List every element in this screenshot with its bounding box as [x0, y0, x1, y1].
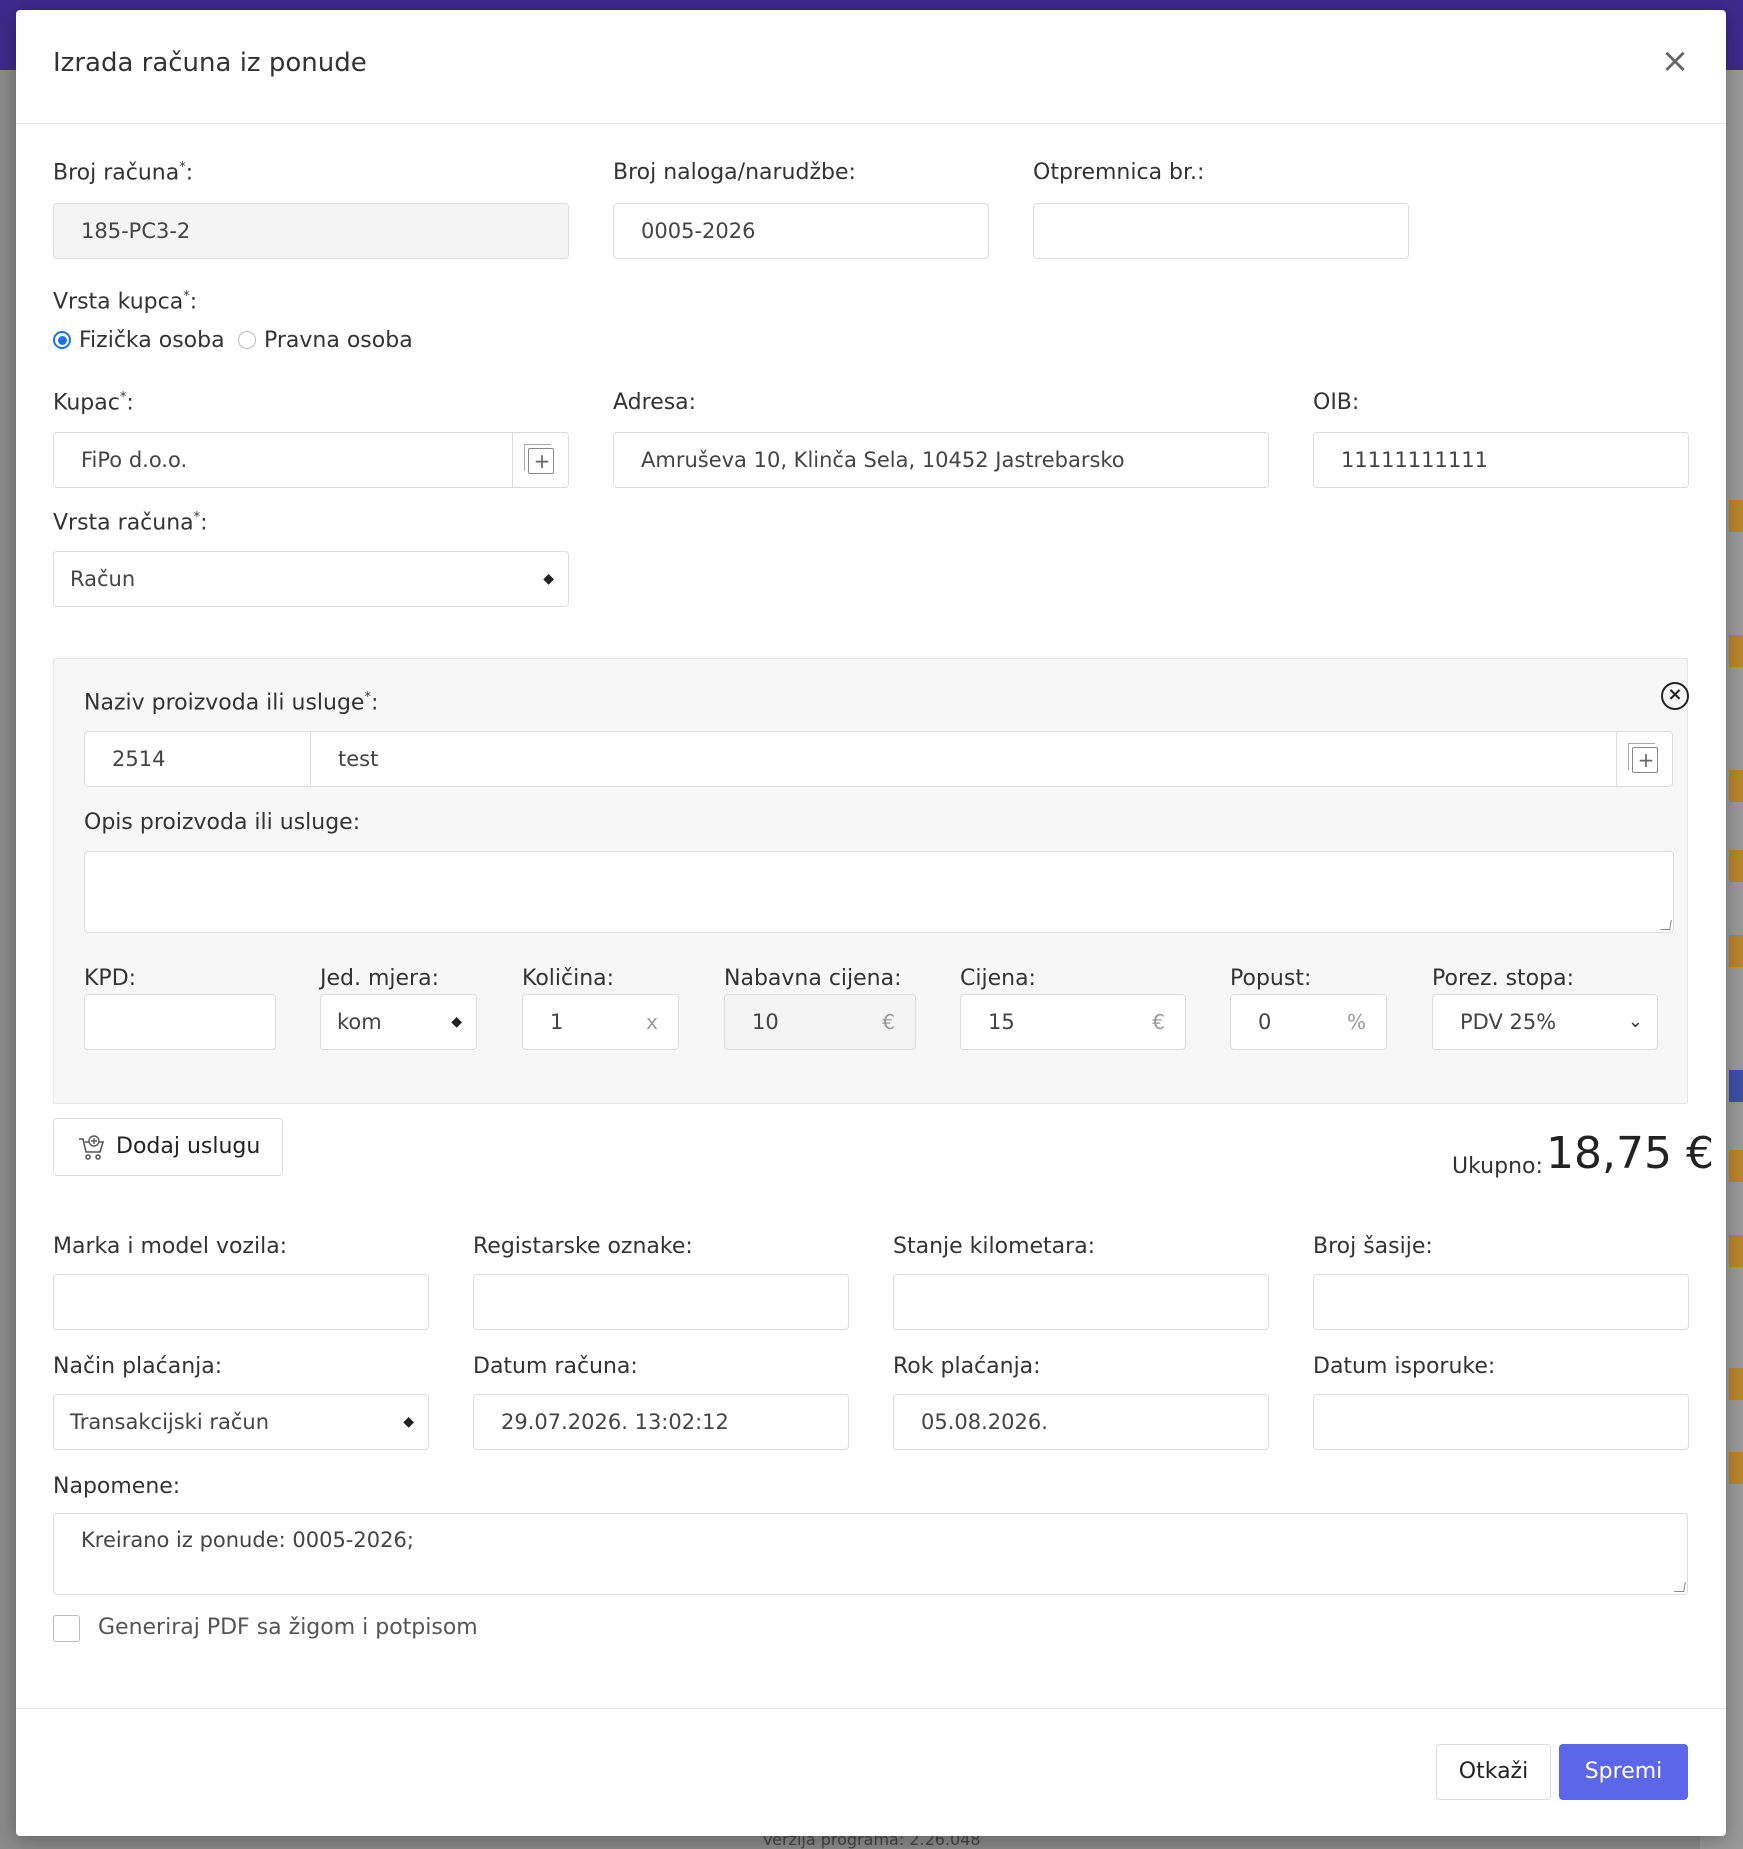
- total-label: Ukupno:: [1452, 1154, 1543, 1179]
- kpd-input[interactable]: [84, 994, 276, 1050]
- address-label: Adresa:: [613, 390, 697, 415]
- bg-badge: [1729, 1235, 1743, 1267]
- address-input[interactable]: Amruševa 10, Klinča Sela, 10452 Jastreba…: [613, 432, 1269, 488]
- close-icon[interactable]: ×: [1658, 44, 1692, 80]
- vehicle-model-label: Marka i model vozila:: [53, 1234, 288, 1259]
- select-arrows-icon: ◆: [451, 1014, 462, 1030]
- resize-handle-icon[interactable]: [1660, 920, 1672, 930]
- radio-legal-person[interactable]: Pravna osoba: [238, 328, 413, 353]
- delivery-note-label: Otpremnica br.:: [1033, 160, 1205, 185]
- km-input[interactable]: [893, 1274, 1269, 1330]
- bg-badge: [1729, 1452, 1743, 1484]
- bg-badge: [1729, 770, 1743, 802]
- bg-badge: [1729, 1150, 1743, 1182]
- oib-input[interactable]: 11111111111: [1313, 432, 1689, 488]
- tax-rate-select[interactable]: PDV 25% ⌄: [1432, 994, 1658, 1050]
- km-label: Stanje kilometara:: [893, 1234, 1096, 1259]
- delivery-date-input[interactable]: [1313, 1394, 1689, 1450]
- due-date-input[interactable]: 05.08.2026.: [893, 1394, 1269, 1450]
- service-desc-textarea[interactable]: [84, 851, 1674, 933]
- unit-select[interactable]: kom ◆: [320, 994, 477, 1050]
- cancel-button[interactable]: Otkaži: [1436, 1744, 1551, 1800]
- purchase-price-input[interactable]: 10 €: [724, 994, 916, 1050]
- chassis-input[interactable]: [1313, 1274, 1689, 1330]
- bg-badge: [1729, 1368, 1743, 1400]
- discount-input[interactable]: 0%: [1230, 994, 1387, 1050]
- bg-badge: [1729, 850, 1743, 882]
- invoice-date-input[interactable]: 29.07.2026. 13:02:12: [473, 1394, 849, 1450]
- unit-label: Jed. mjera:: [320, 966, 439, 991]
- bg-badge: [1729, 1070, 1743, 1102]
- service-desc-label: Opis proizvoda ili usluge:: [84, 810, 361, 835]
- add-square-icon: +: [1628, 743, 1658, 773]
- price-input[interactable]: 15 €: [960, 994, 1186, 1050]
- order-no-label: Broj naloga/narudžbe:: [613, 160, 856, 185]
- add-square-icon: +: [524, 444, 554, 474]
- chassis-label: Broj šasije:: [1313, 1234, 1433, 1259]
- service-name-label: Naziv proizvoda ili usluge*:: [84, 690, 379, 716]
- radio-checked-icon: [53, 331, 71, 349]
- pdf-stamp-checkbox[interactable]: [53, 1615, 80, 1642]
- notes-textarea[interactable]: Kreirano iz ponude: 0005-2026;: [53, 1513, 1688, 1595]
- price-label: Cijena:: [960, 966, 1036, 991]
- resize-handle-icon[interactable]: [1674, 1582, 1686, 1592]
- tax-rate-label: Porez. stopa:: [1432, 966, 1574, 991]
- order-no-input[interactable]: 0005-2026: [613, 203, 989, 259]
- modal-footer-divider: [16, 1708, 1726, 1709]
- customer-label: Kupac*:: [53, 390, 134, 416]
- due-date-label: Rok plaćanja:: [893, 1354, 1041, 1379]
- customer-input[interactable]: FiPo d.o.o.: [53, 432, 513, 488]
- service-code-input[interactable]: 2514: [84, 731, 311, 787]
- qty-label: Količina:: [522, 966, 615, 991]
- invoice-no-input[interactable]: 185-PC3-2: [53, 203, 569, 259]
- oib-label: OIB:: [1313, 390, 1360, 415]
- vehicle-model-input[interactable]: [53, 1274, 429, 1330]
- customer-type-label: Vrsta kupca*:: [53, 289, 198, 315]
- modal-header: Izrada računa iz ponude ×: [16, 10, 1726, 124]
- add-customer-button[interactable]: +: [512, 432, 569, 488]
- invoice-date-label: Datum računa:: [473, 1354, 638, 1379]
- delivery-date-label: Datum isporuke:: [1313, 1354, 1496, 1379]
- add-product-button[interactable]: +: [1616, 731, 1673, 787]
- add-service-button[interactable]: Dodaj uslugu: [53, 1118, 283, 1176]
- invoice-type-select[interactable]: Račun ◆: [53, 551, 569, 607]
- cart-add-icon: [79, 1135, 105, 1160]
- radio-natural-person[interactable]: Fizička osoba: [53, 328, 225, 353]
- delivery-note-input[interactable]: [1033, 203, 1409, 259]
- purchase-price-label: Nabavna cijena:: [724, 966, 902, 991]
- modal-title: Izrada računa iz ponude: [53, 48, 367, 78]
- kpd-label: KPD:: [84, 966, 137, 991]
- invoice-modal: Izrada računa iz ponude × Broj računa*: …: [16, 10, 1726, 1836]
- plates-label: Registarske oznake:: [473, 1234, 693, 1259]
- qty-input[interactable]: 1x: [522, 994, 679, 1050]
- pdf-stamp-label: Generiraj PDF sa žigom i potpisom: [98, 1615, 478, 1640]
- select-arrows-icon: ◆: [403, 1414, 414, 1430]
- save-button[interactable]: Spremi: [1559, 1744, 1688, 1800]
- invoice-no-label: Broj računa*:: [53, 160, 194, 186]
- total-value: 18,75 €: [1546, 1128, 1714, 1179]
- plates-input[interactable]: [473, 1274, 849, 1330]
- payment-method-label: Način plaćanja:: [53, 1354, 223, 1379]
- radio-unchecked-icon: [238, 331, 256, 349]
- bg-badge: [1729, 935, 1743, 967]
- payment-method-select[interactable]: Transakcijski račun ◆: [53, 1394, 429, 1450]
- invoice-type-label: Vrsta računa*:: [53, 510, 208, 536]
- service-name-input[interactable]: test: [310, 731, 1617, 787]
- bg-badge: [1729, 635, 1743, 667]
- discount-label: Popust:: [1230, 966, 1312, 991]
- chevron-down-icon: ⌄: [1627, 1011, 1643, 1032]
- bg-badge: [1729, 500, 1743, 532]
- notes-label: Napomene:: [53, 1474, 181, 1499]
- remove-service-icon[interactable]: ×: [1661, 682, 1689, 710]
- select-arrows-icon: ◆: [543, 571, 554, 587]
